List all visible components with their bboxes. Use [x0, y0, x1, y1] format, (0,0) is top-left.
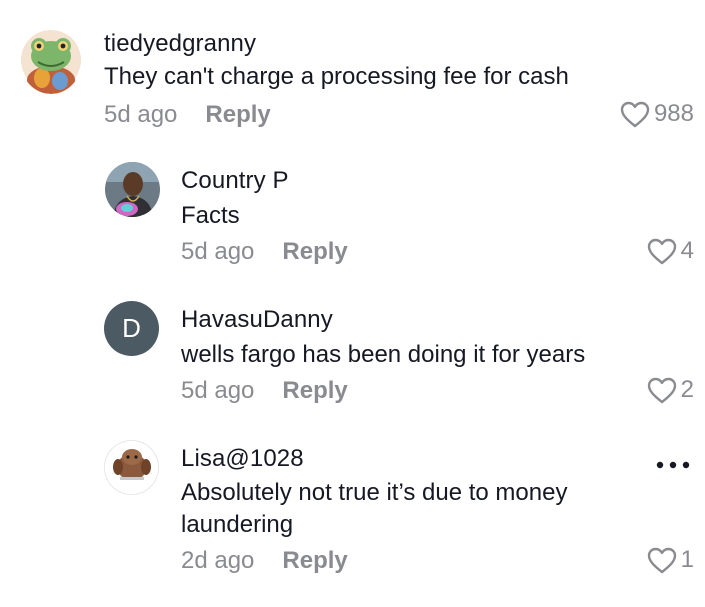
heart-icon	[647, 377, 676, 403]
like-count: 4	[680, 237, 694, 264]
dog-photo-avatar[interactable]	[104, 440, 159, 495]
frog-avatar[interactable]	[20, 26, 82, 94]
reply-button[interactable]: Reply	[205, 101, 270, 128]
reply-button[interactable]: Reply	[282, 377, 347, 404]
like-count: 2	[680, 376, 694, 403]
comment-username[interactable]: Country P	[181, 167, 289, 195]
like-button[interactable]: 1	[647, 546, 694, 574]
comment-timestamp: 5d ago	[181, 238, 255, 265]
more-options-icon[interactable]	[655, 457, 691, 469]
comment-username[interactable]: tiedyedgranny	[104, 30, 256, 58]
comment-text: They can't charge a processing fee for c…	[104, 63, 569, 90]
comment-meta: 2d ago Reply	[181, 547, 348, 575]
reply-button[interactable]: Reply	[282, 238, 347, 265]
like-button[interactable]: 2	[647, 376, 694, 404]
letter-avatar[interactable]: D	[104, 301, 159, 356]
person-photo-avatar[interactable]	[105, 162, 160, 217]
comment-meta: 5d ago Reply	[104, 101, 271, 129]
comment-text: wells fargo has been doing it for years	[181, 341, 586, 368]
comment-meta: 5d ago Reply	[181, 238, 348, 266]
comment-timestamp: 5d ago	[104, 101, 178, 128]
heart-icon	[647, 547, 676, 573]
like-count: 988	[653, 100, 694, 127]
comment-meta: 5d ago Reply	[181, 377, 348, 405]
like-count: 1	[680, 546, 694, 573]
reply-button[interactable]: Reply	[282, 547, 347, 574]
comment-timestamp: 5d ago	[181, 377, 255, 404]
comment-text-line: Absolutely not true it’s due to money	[181, 479, 568, 506]
like-button[interactable]: 988	[620, 100, 694, 128]
heart-icon	[620, 101, 650, 127]
comment-text-line: laundering	[181, 511, 294, 538]
avatar-letter: D	[122, 313, 141, 343]
comment-text: Facts	[181, 202, 240, 229]
comment-username[interactable]: Lisa@1028	[181, 445, 304, 473]
like-button[interactable]: 4	[647, 237, 694, 265]
comment-username[interactable]: HavasuDanny	[181, 306, 333, 334]
heart-icon	[647, 238, 676, 264]
comment-timestamp: 2d ago	[181, 547, 255, 574]
